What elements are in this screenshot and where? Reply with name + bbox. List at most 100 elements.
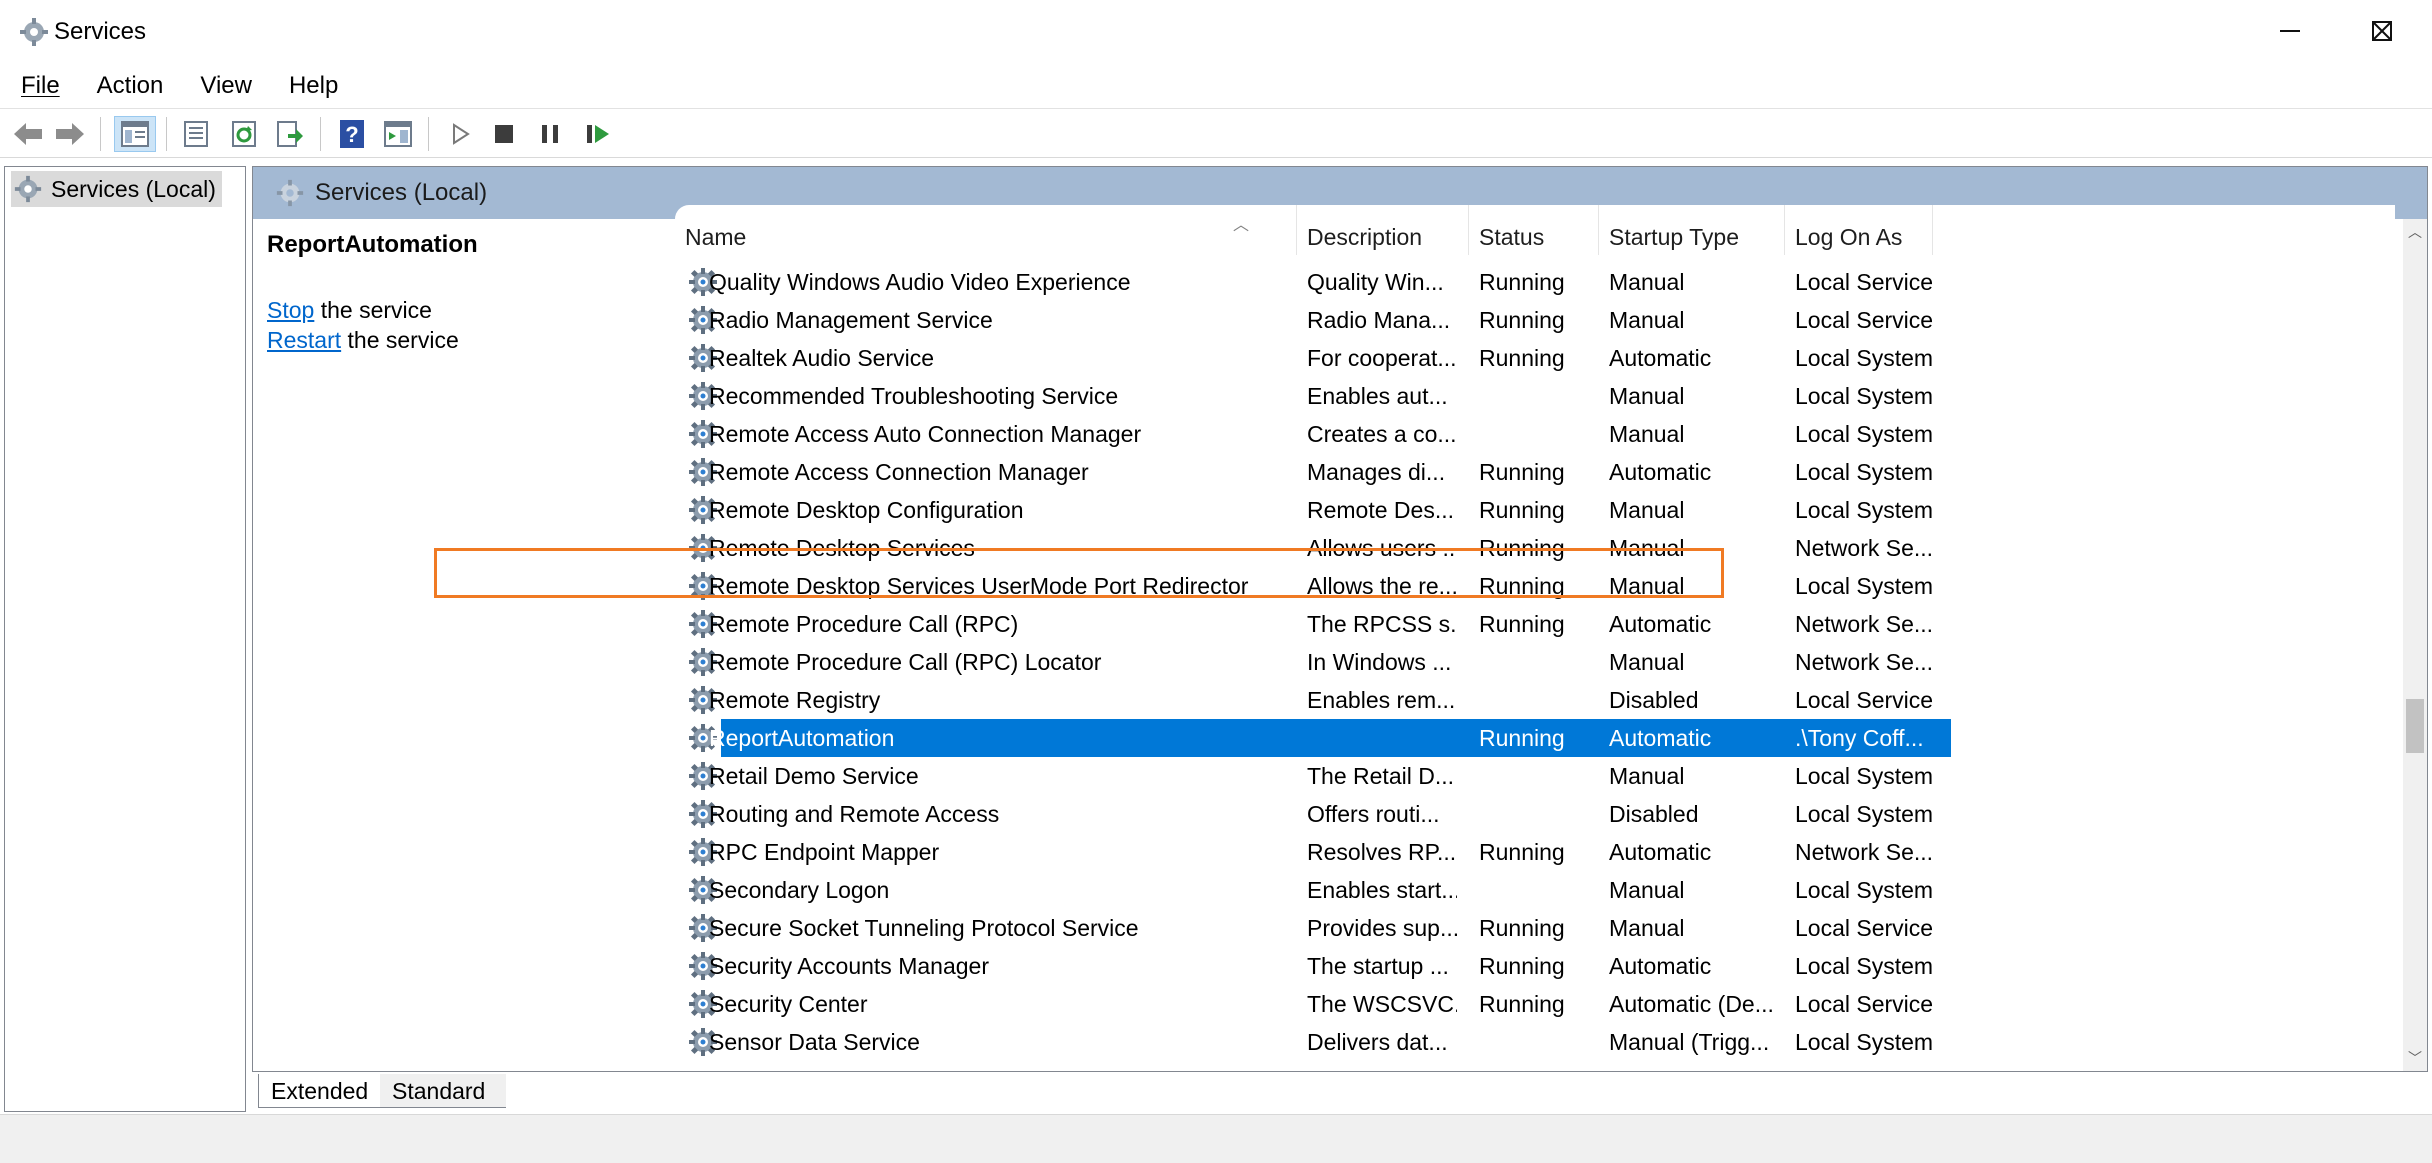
show-hide-console-tree-button[interactable] xyxy=(114,116,156,152)
restart-service-link[interactable]: Restart xyxy=(267,327,341,353)
cell-status xyxy=(1479,757,1589,795)
column-header-status[interactable]: Status xyxy=(1469,205,1599,255)
column-header-startup-type[interactable]: Startup Type xyxy=(1599,205,1785,255)
table-row[interactable]: Security Accounts Manager The startup ...… xyxy=(687,947,2387,985)
close-button[interactable] xyxy=(2336,0,2428,62)
tree-item-services-local[interactable]: Services (Local) xyxy=(11,171,222,207)
stop-action-text: the service xyxy=(314,297,432,323)
table-row[interactable]: Remote Procedure Call (RPC) Locator In Wi… xyxy=(687,643,2387,681)
table-row[interactable]: Radio Management Service Radio Mana... Run… xyxy=(687,301,2387,339)
cell-status: Running xyxy=(1479,839,1565,865)
menu-help[interactable]: Help xyxy=(268,67,354,105)
cell-name: Remote Registry xyxy=(709,687,881,713)
table-row[interactable]: RPC Endpoint Mapper Resolves RP... Running… xyxy=(687,833,2387,871)
table-row[interactable]: Recommended Troubleshooting Service Enabl… xyxy=(687,377,2387,415)
cell-status xyxy=(1479,643,1589,681)
cell-log-on-as: Local System xyxy=(1795,573,1934,599)
services-gear-icon xyxy=(276,179,304,207)
cell-status xyxy=(1479,377,1589,415)
svg-text:?: ? xyxy=(345,122,358,147)
table-row[interactable]: Remote Access Auto Connection Manager Cre… xyxy=(687,415,2387,453)
table-row[interactable]: Remote Desktop Configuration Remote Des..… xyxy=(687,491,2387,529)
restart-service-button[interactable] xyxy=(580,116,616,152)
menu-action[interactable]: Action xyxy=(76,67,180,105)
refresh-button[interactable] xyxy=(226,116,262,152)
cell-description: Enables start... xyxy=(1307,877,1457,903)
cell-name: ReportAutomation xyxy=(709,725,895,751)
cell-log-on-as: .\Tony Coff... xyxy=(1795,725,1924,751)
vertical-scrollbar[interactable]: ︿ ﹀ xyxy=(2403,219,2427,1071)
cell-description: Radio Mana... xyxy=(1307,307,1451,333)
cell-startup-type: Automatic xyxy=(1609,459,1712,485)
minimize-button[interactable] xyxy=(2244,0,2336,62)
cell-startup-type: Manual xyxy=(1609,307,1685,333)
scroll-up-icon[interactable]: ︿ xyxy=(2403,219,2427,245)
show-hide-action-pane-button[interactable] xyxy=(380,116,416,152)
cell-log-on-as: Network Se... xyxy=(1795,535,1934,561)
menu-view[interactable]: View xyxy=(179,67,268,105)
cell-name: Recommended Troubleshooting Service xyxy=(709,383,1119,409)
table-row[interactable]: Remote Procedure Call (RPC) The RPCSS s..… xyxy=(687,605,2387,643)
table-row[interactable]: Security Center The WSCSVC... Running Autom… xyxy=(687,985,2387,1023)
forward-button[interactable] xyxy=(52,116,88,152)
help-icon: ? xyxy=(340,120,364,148)
services-gear-icon xyxy=(14,175,42,203)
cell-log-on-as: Network Se... xyxy=(1795,839,1934,865)
cell-description: Resolves RP... xyxy=(1307,839,1457,865)
cell-status: Running xyxy=(1479,345,1565,371)
table-row-selected[interactable]: ReportAutomation Running Automatic .\Tony C… xyxy=(687,719,2387,757)
table-row[interactable]: Secondary Logon Enables start... Manual Loc… xyxy=(687,871,2387,909)
table-row[interactable]: Remote Access Connection Manager Manages … xyxy=(687,453,2387,491)
cell-description: The startup ... xyxy=(1307,953,1449,979)
cell-status xyxy=(1479,415,1589,453)
table-row[interactable]: Secure Socket Tunneling Protocol Service… xyxy=(687,909,2387,947)
column-header-description[interactable]: Description xyxy=(1297,205,1469,255)
cell-startup-type: Automatic xyxy=(1609,953,1712,979)
cell-description: Quality Win... xyxy=(1307,269,1444,295)
stop-service-button[interactable] xyxy=(486,116,522,152)
cell-name: Secure Socket Tunneling Protocol Service xyxy=(709,915,1139,941)
cell-log-on-as: Local Service xyxy=(1795,687,1934,713)
table-row[interactable]: Routing and Remote Access Offers routi...… xyxy=(687,795,2387,833)
pause-service-button[interactable] xyxy=(532,116,568,152)
stop-action: Stop the service xyxy=(267,297,432,324)
start-service-icon xyxy=(453,123,470,145)
tab-extended[interactable]: Extended xyxy=(258,1074,382,1108)
scroll-down-icon[interactable]: ﹀ xyxy=(2403,1045,2427,1071)
export-list-icon xyxy=(277,121,303,147)
cell-status: Running xyxy=(1479,611,1565,637)
cell-name: Radio Management Service xyxy=(709,307,993,333)
tab-standard[interactable]: Standard xyxy=(380,1074,506,1108)
scrollbar-thumb[interactable] xyxy=(2406,699,2424,753)
cell-startup-type: Manual xyxy=(1609,915,1685,941)
table-row[interactable]: Retail Demo Service The Retail D... Manual… xyxy=(687,757,2387,795)
menu-file[interactable]: File xyxy=(0,67,76,105)
cell-description: Offers routi... xyxy=(1307,801,1440,827)
stop-service-link[interactable]: Stop xyxy=(267,297,314,323)
table-row[interactable]: Quality Windows Audio Video Experience Qu… xyxy=(687,263,2387,301)
stop-service-icon xyxy=(495,125,513,143)
help-button[interactable]: ? xyxy=(334,116,370,152)
cell-log-on-as: Local System xyxy=(1795,877,1934,903)
column-header-log-on-as[interactable]: Log On As xyxy=(1785,205,1933,255)
back-button[interactable] xyxy=(10,116,46,152)
table-row[interactable]: Remote Registry Enables rem... Disabled Loc… xyxy=(687,681,2387,719)
table-row[interactable]: Sensor Data Service Delivers dat... Manual… xyxy=(687,1023,2387,1061)
cell-status xyxy=(1479,681,1589,719)
export-list-button[interactable] xyxy=(272,116,308,152)
properties-button[interactable] xyxy=(178,116,214,152)
cell-startup-type: Disabled xyxy=(1609,687,1699,713)
cell-description: Enables rem... xyxy=(1307,687,1456,713)
services-pane: Services (Local) ReportAutomation Stop t… xyxy=(252,166,2428,1072)
title-bar[interactable]: Services xyxy=(0,0,2432,64)
start-service-button[interactable] xyxy=(442,116,478,152)
table-row[interactable]: Realtek Audio Service For cooperat... Runn… xyxy=(687,339,2387,377)
column-header-name[interactable]: Name xyxy=(675,205,1297,255)
cell-description: Manages di... xyxy=(1307,459,1446,485)
cell-description: In Windows ... xyxy=(1307,649,1452,675)
cell-log-on-as: Local System xyxy=(1795,383,1934,409)
cell-startup-type: Automatic (De... xyxy=(1609,991,1774,1017)
cell-startup-type: Manual (Trigg... xyxy=(1609,1029,1770,1055)
cell-description: For cooperat... xyxy=(1307,345,1457,371)
view-tabs: Extended Standard xyxy=(252,1074,1052,1110)
